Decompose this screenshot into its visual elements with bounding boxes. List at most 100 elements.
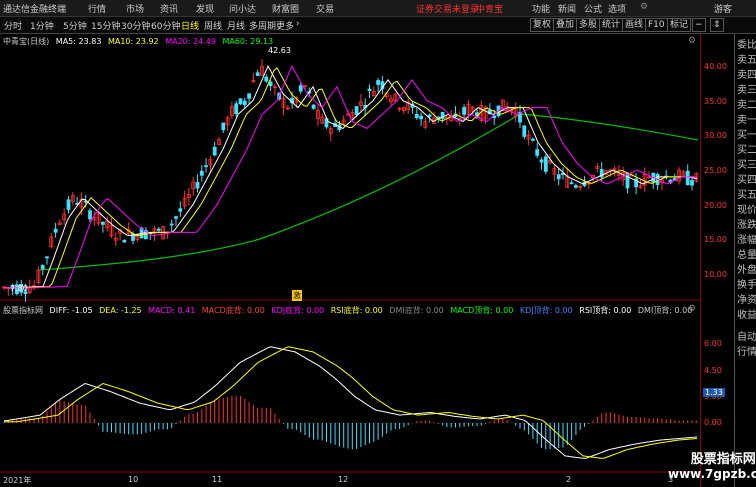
candle [199, 165, 204, 182]
period-tab-30min[interactable]: 30分钟 [121, 19, 150, 32]
login-notice[interactable]: 证券交易未登录 [416, 2, 479, 15]
candle [522, 124, 527, 140]
menu-item-discover[interactable]: 发现 [196, 2, 214, 15]
resize-icon[interactable]: ⇕ [710, 18, 724, 32]
period-tab-60min[interactable]: 60分钟 [151, 19, 180, 32]
time-tick: 11 [212, 475, 223, 484]
side-item-ask4[interactable]: 卖四 [737, 66, 756, 81]
indicator-tick: 0.00 [704, 418, 722, 427]
side-item-bid4[interactable]: 买四 [737, 171, 756, 186]
side-item-turnover[interactable]: 换手 [737, 276, 756, 291]
event-marker[interactable]: 激 [292, 290, 302, 301]
side-item-ask2[interactable]: 卖二 [737, 96, 756, 111]
candle [569, 179, 574, 185]
price-tick: 20.00 [704, 201, 727, 210]
period-tab-1min[interactable]: 1分钟 [30, 19, 54, 32]
kline-chart[interactable] [0, 34, 700, 487]
candle [32, 280, 36, 291]
period-tab-monthly[interactable]: 月线 [227, 19, 245, 32]
menu-item-wealth[interactable]: 财富圈 [272, 2, 299, 15]
settings-icon[interactable]: ⚙ [640, 2, 648, 12]
more-chevron-icon[interactable]: › [296, 19, 300, 29]
statistics-button[interactable]: 统计 [599, 18, 624, 32]
menu-item-functions[interactable]: 功能 [532, 2, 550, 15]
multi-stock-button[interactable]: 多股 [576, 18, 601, 32]
auto-button[interactable]: 自动 [737, 328, 756, 343]
period-tab-5min[interactable]: 5分钟 [63, 19, 87, 32]
candle [285, 105, 290, 111]
candle [376, 78, 381, 93]
side-item-ask3[interactable]: 卖三 [737, 81, 756, 96]
candle [311, 104, 316, 110]
drawing-button[interactable]: 画线 [622, 18, 647, 32]
candle [543, 154, 548, 175]
candle [58, 219, 62, 226]
period-tab-daily[interactable]: 日线 [181, 19, 199, 32]
menu-item-market[interactable]: 市场 [126, 2, 144, 15]
time-tick: 2021年 [3, 476, 32, 485]
side-item-eps[interactable]: 收益 [737, 306, 756, 321]
menu-item-quotes[interactable]: 行情 [88, 2, 106, 15]
candle [191, 176, 196, 196]
candle [677, 167, 681, 185]
period-tab-more[interactable]: 更多 [276, 19, 294, 32]
side-item-change-pct[interactable]: 涨幅 [737, 231, 756, 246]
side-item-volume[interactable]: 总量 [737, 246, 756, 261]
candle [53, 222, 58, 238]
menu-item-news-right[interactable]: 新闻 [558, 2, 576, 15]
quote-button[interactable]: 行情 [737, 343, 756, 358]
candle [453, 106, 458, 119]
candle [255, 69, 260, 76]
candle [109, 218, 114, 238]
candle [556, 168, 561, 186]
rights-adjust-button[interactable]: 复权 [530, 18, 555, 32]
menu-item-news[interactable]: 资讯 [160, 2, 178, 15]
period-tab-15min[interactable]: 15分钟 [91, 19, 120, 32]
candle [264, 74, 269, 83]
side-item-ask5[interactable]: 卖五 [737, 51, 756, 66]
user-label[interactable]: 游客 [714, 2, 732, 15]
overlay-button[interactable]: 叠加 [553, 18, 578, 32]
candle [113, 232, 118, 247]
candle [535, 142, 540, 159]
menu-item-trade[interactable]: 交易 [316, 2, 334, 15]
candle [260, 59, 264, 76]
candle [625, 172, 630, 194]
menu-item-wenxiaoda[interactable]: 问小达 [229, 2, 256, 15]
side-item-nav[interactable]: 净资 [737, 291, 756, 306]
side-item-change[interactable]: 涨跌 [737, 216, 756, 231]
price-tick: 40.00 [704, 62, 727, 71]
menu-item-options[interactable]: 选项 [608, 2, 626, 15]
mark-button[interactable]: 标记 [667, 18, 692, 32]
side-item-outer[interactable]: 外盘 [737, 261, 756, 276]
candle [518, 104, 522, 128]
period-tab-multi[interactable]: 多周期 [249, 19, 276, 32]
candle [281, 93, 286, 116]
collapse-icon[interactable]: − [692, 18, 706, 32]
candle [401, 106, 406, 115]
side-item-bid2[interactable]: 买二 [737, 141, 756, 156]
side-item-bid3[interactable]: 买三 [737, 156, 756, 171]
candle [225, 115, 230, 132]
candle [182, 190, 187, 210]
period-tab-intraday[interactable]: 分时 [4, 19, 22, 32]
candle [367, 84, 372, 99]
price-tick: 30.00 [704, 131, 727, 140]
candle [574, 183, 578, 189]
side-item-weibi[interactable]: 委比 [737, 36, 756, 51]
low-price-marker: 7.80 [10, 284, 28, 293]
f10-button[interactable]: F10 [645, 18, 668, 32]
side-item-price[interactable]: 现价 [737, 201, 756, 216]
period-tab-weekly[interactable]: 周线 [204, 19, 222, 32]
menu-bar: 通达信金融终端 行情 市场 资讯 发现 问小达 财富圈 交易 证券交易未登录 中… [0, 0, 756, 17]
candle [315, 103, 320, 127]
candle [238, 98, 243, 106]
price-tick: 35.00 [704, 97, 727, 106]
watermark-url: www.7gpzb.com [668, 467, 756, 481]
current-indicator-value: 1.33 [703, 388, 725, 397]
menu-item-formula[interactable]: 公式 [584, 2, 602, 15]
side-item-bid5[interactable]: 买五 [737, 186, 756, 201]
price-tick: 10.00 [704, 270, 727, 279]
side-item-bid1[interactable]: 买一 [737, 126, 756, 141]
side-item-ask1[interactable]: 卖一 [737, 111, 756, 126]
